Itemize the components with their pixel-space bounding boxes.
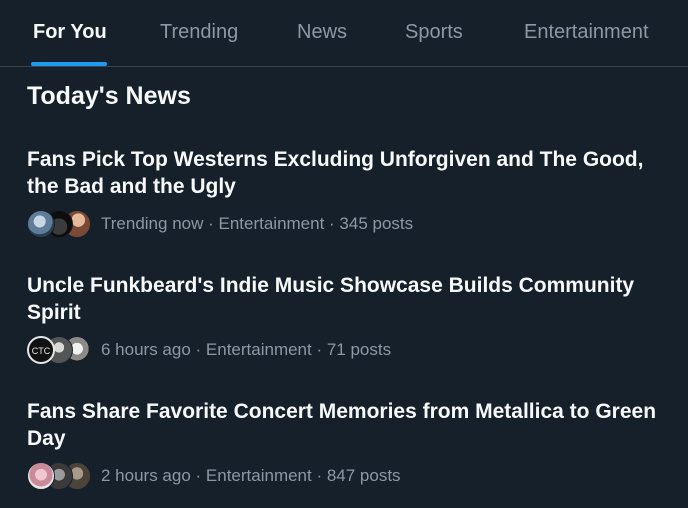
story-meta: Trending now · Entertainment · 345 posts: [27, 209, 667, 239]
section-title: Today's News: [27, 82, 191, 110]
story-meta-text: Trending now · Entertainment · 345 posts: [101, 214, 414, 233]
news-story[interactable]: Fans Share Favorite Concert Memories fro…: [27, 398, 667, 491]
svg-text:CTC: CTC: [32, 346, 51, 356]
avatar-logo-icon: CTC: [32, 346, 51, 356]
story-title[interactable]: Uncle Funkbeard's Indie Music Showcase B…: [27, 272, 667, 326]
avatar-group: [27, 461, 93, 491]
story-title[interactable]: Fans Share Favorite Concert Memories fro…: [27, 398, 667, 452]
news-story[interactable]: Uncle Funkbeard's Indie Music Showcase B…: [27, 272, 667, 365]
tab-news[interactable]: News: [297, 0, 347, 66]
tab-entertainment[interactable]: Entertainment: [524, 0, 649, 66]
avatar: [27, 462, 55, 490]
story-meta: 2 hours ago · Entertainment · 847 posts: [27, 461, 667, 491]
tab-for-you[interactable]: For You: [33, 0, 107, 66]
active-tab-indicator: [31, 62, 107, 66]
avatar-group: CTC: [27, 335, 93, 365]
tab-trending[interactable]: Trending: [160, 0, 238, 66]
news-story[interactable]: Fans Pick Top Westerns Excluding Unforgi…: [27, 146, 667, 239]
avatar-group: [27, 209, 93, 239]
story-meta-text: 2 hours ago · Entertainment · 847 posts: [101, 466, 401, 485]
story-meta-text: 6 hours ago · Entertainment · 71 posts: [101, 340, 392, 359]
tab-sports[interactable]: Sports: [405, 0, 463, 66]
avatar: [27, 210, 55, 238]
story-title[interactable]: Fans Pick Top Westerns Excluding Unforgi…: [27, 146, 667, 200]
avatar: CTC: [27, 336, 55, 364]
tab-bar: For You Trending News Sports Entertainme…: [0, 0, 688, 67]
story-meta: CTC 6 hours ago · Entertainment · 71 pos…: [27, 335, 667, 365]
